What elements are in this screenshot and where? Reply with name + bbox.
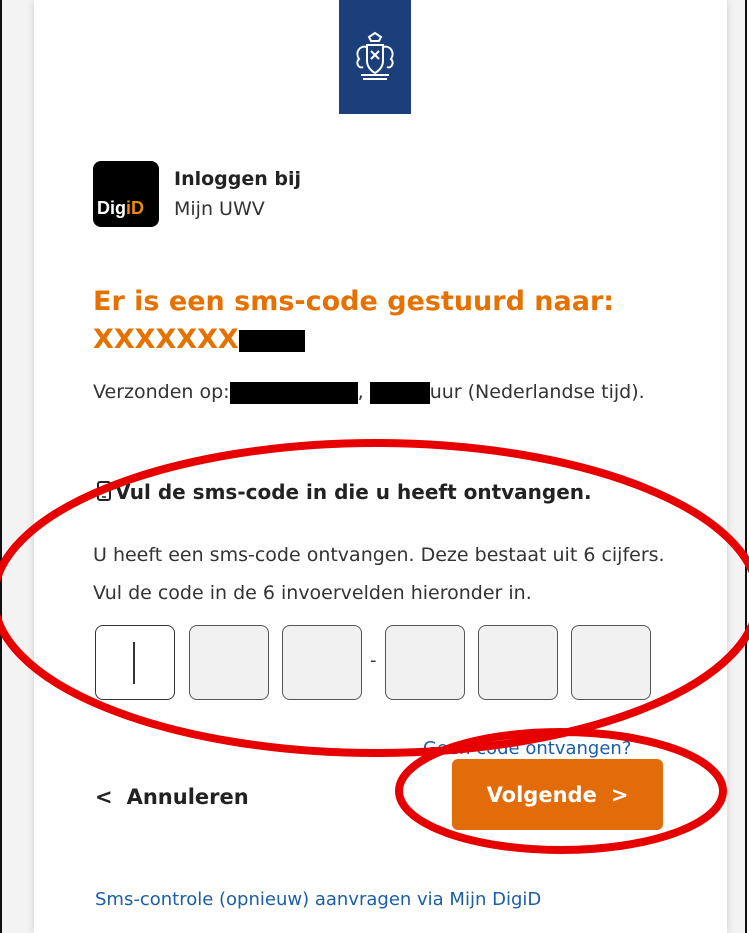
login-title: Inloggen bij	[174, 168, 302, 190]
text-caret	[133, 642, 135, 684]
instruction-body: U heeft een sms-code ontvangen. Deze bes…	[93, 544, 665, 604]
chevron-right-icon: >	[610, 782, 629, 807]
sms-sent-heading: Er is een sms-code gestuurd naar: XXXXXX…	[93, 283, 673, 359]
redacted-date	[229, 381, 358, 404]
login-service-name: Mijn UWV	[174, 198, 265, 220]
rijksoverheid-logo	[339, 0, 411, 114]
instruction-title-text: Vul de sms-code in die u heeft ontvangen…	[115, 480, 592, 504]
instruction-title: Vul de sms-code in die u heeft ontvangen…	[97, 480, 592, 504]
sent-comma: ,	[357, 381, 364, 403]
sms-sent-heading-text: Er is een sms-code gestuurd naar:	[93, 286, 615, 317]
code-digit-4[interactable]	[385, 625, 465, 700]
digid-logo-accent: iD	[126, 198, 144, 218]
digid-logo-text: Dig	[97, 198, 126, 218]
code-digit-6[interactable]	[571, 625, 651, 700]
redaction-box	[238, 329, 305, 352]
coat-of-arms-icon	[356, 31, 394, 80]
code-digit-2[interactable]	[189, 625, 269, 700]
phone-icon	[97, 481, 111, 501]
chevron-left-icon: <	[95, 785, 113, 809]
next-button[interactable]: Volgende >	[452, 759, 663, 830]
sent-prefix: Verzonden op:	[93, 381, 230, 403]
window-border-right	[745, 0, 747, 933]
cancel-label: Annuleren	[126, 785, 249, 809]
window-border-left	[0, 0, 2, 933]
redacted-time	[369, 381, 430, 404]
code-separator: -	[370, 650, 377, 671]
sms-request-link[interactable]: Sms-controle (opnieuw) aanvragen via Mij…	[95, 889, 541, 910]
code-digit-1[interactable]	[95, 625, 175, 700]
cancel-button[interactable]: < Annuleren	[95, 785, 249, 809]
digid-logo: DigiD	[93, 161, 159, 227]
next-label: Volgende	[486, 782, 597, 807]
no-code-link[interactable]: Geen code ontvangen?	[423, 738, 631, 759]
sent-suffix: uur (Nederlandse tijd).	[429, 381, 645, 403]
code-digit-5[interactable]	[478, 625, 558, 700]
masked-phone-number: XXXXXXX	[93, 324, 239, 355]
code-digit-3[interactable]	[282, 625, 362, 700]
sent-timestamp: Verzonden op:, uur (Nederlandse tijd).	[93, 373, 683, 411]
